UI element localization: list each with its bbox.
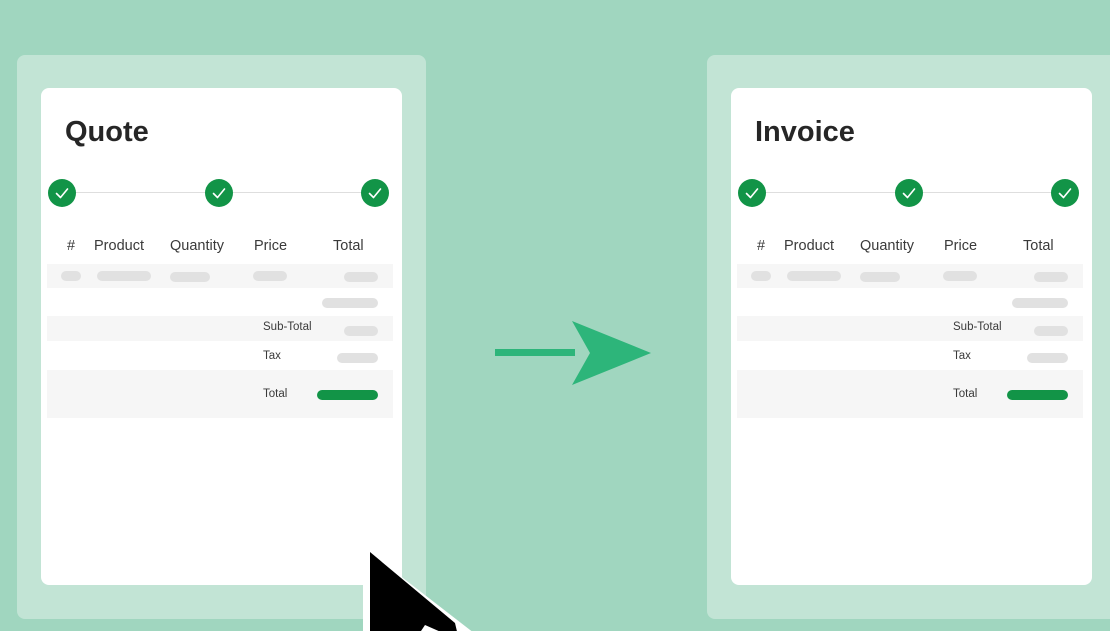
placeholder-cell [344,272,378,282]
placeholder-cell [253,271,287,281]
column-header-product: Product [94,238,144,254]
table-row [47,264,393,288]
invoice-card[interactable]: Invoice # Product Quantity Price Total S… [731,88,1092,585]
placeholder-cell [860,272,900,282]
placeholder-amount [344,326,378,336]
placeholder-cell [787,271,841,281]
column-header-number: # [757,238,766,254]
total-row: Total [47,370,393,418]
placeholder-cell [751,271,771,281]
column-header-price: Price [944,238,978,254]
column-header-number: # [67,238,76,254]
table-row [737,264,1083,288]
quote-card[interactable]: Quote # Product Quantity Price Total Sub… [41,88,402,585]
placeholder-cell [97,271,151,281]
mouse-cursor-icon [363,547,472,631]
subtotal-row: Sub-Total [47,316,393,341]
placeholder-cell [61,271,81,281]
column-header-total: Total [333,238,364,254]
placeholder-amount [1027,353,1068,363]
column-header-price: Price [254,238,288,254]
subtotal-label: Sub-Total [953,321,1002,333]
placeholder-cell [170,272,210,282]
column-header-product: Product [784,238,834,254]
subtotal-row: Sub-Total [737,316,1083,341]
subtotal-label: Sub-Total [263,321,312,333]
total-amount-bar [317,390,378,400]
total-label: Total [263,388,288,400]
placeholder-amount [337,353,378,363]
placeholder-amount [1012,298,1068,308]
check-circle-icon [205,179,233,207]
check-circle-icon [361,179,389,207]
check-circle-icon [738,179,766,207]
invoice-progress-steps [738,179,1079,207]
placeholder-cell [943,271,977,281]
check-circle-icon [48,179,76,207]
tax-label: Tax [953,350,971,362]
check-circle-icon [895,179,923,207]
column-header-quantity: Quantity [170,238,224,254]
check-circle-icon [1051,179,1079,207]
arrow-right-icon [495,321,651,385]
placeholder-amount [322,298,378,308]
total-amount-bar [1007,390,1068,400]
placeholder-cell [1034,272,1068,282]
column-header-total: Total [1023,238,1054,254]
placeholder-amount [1034,326,1068,336]
quote-progress-steps [48,179,389,207]
tax-label: Tax [263,350,281,362]
total-label: Total [953,388,978,400]
invoice-title: Invoice [755,116,855,148]
column-header-quantity: Quantity [860,238,914,254]
total-row: Total [737,370,1083,418]
quote-title: Quote [65,116,149,148]
